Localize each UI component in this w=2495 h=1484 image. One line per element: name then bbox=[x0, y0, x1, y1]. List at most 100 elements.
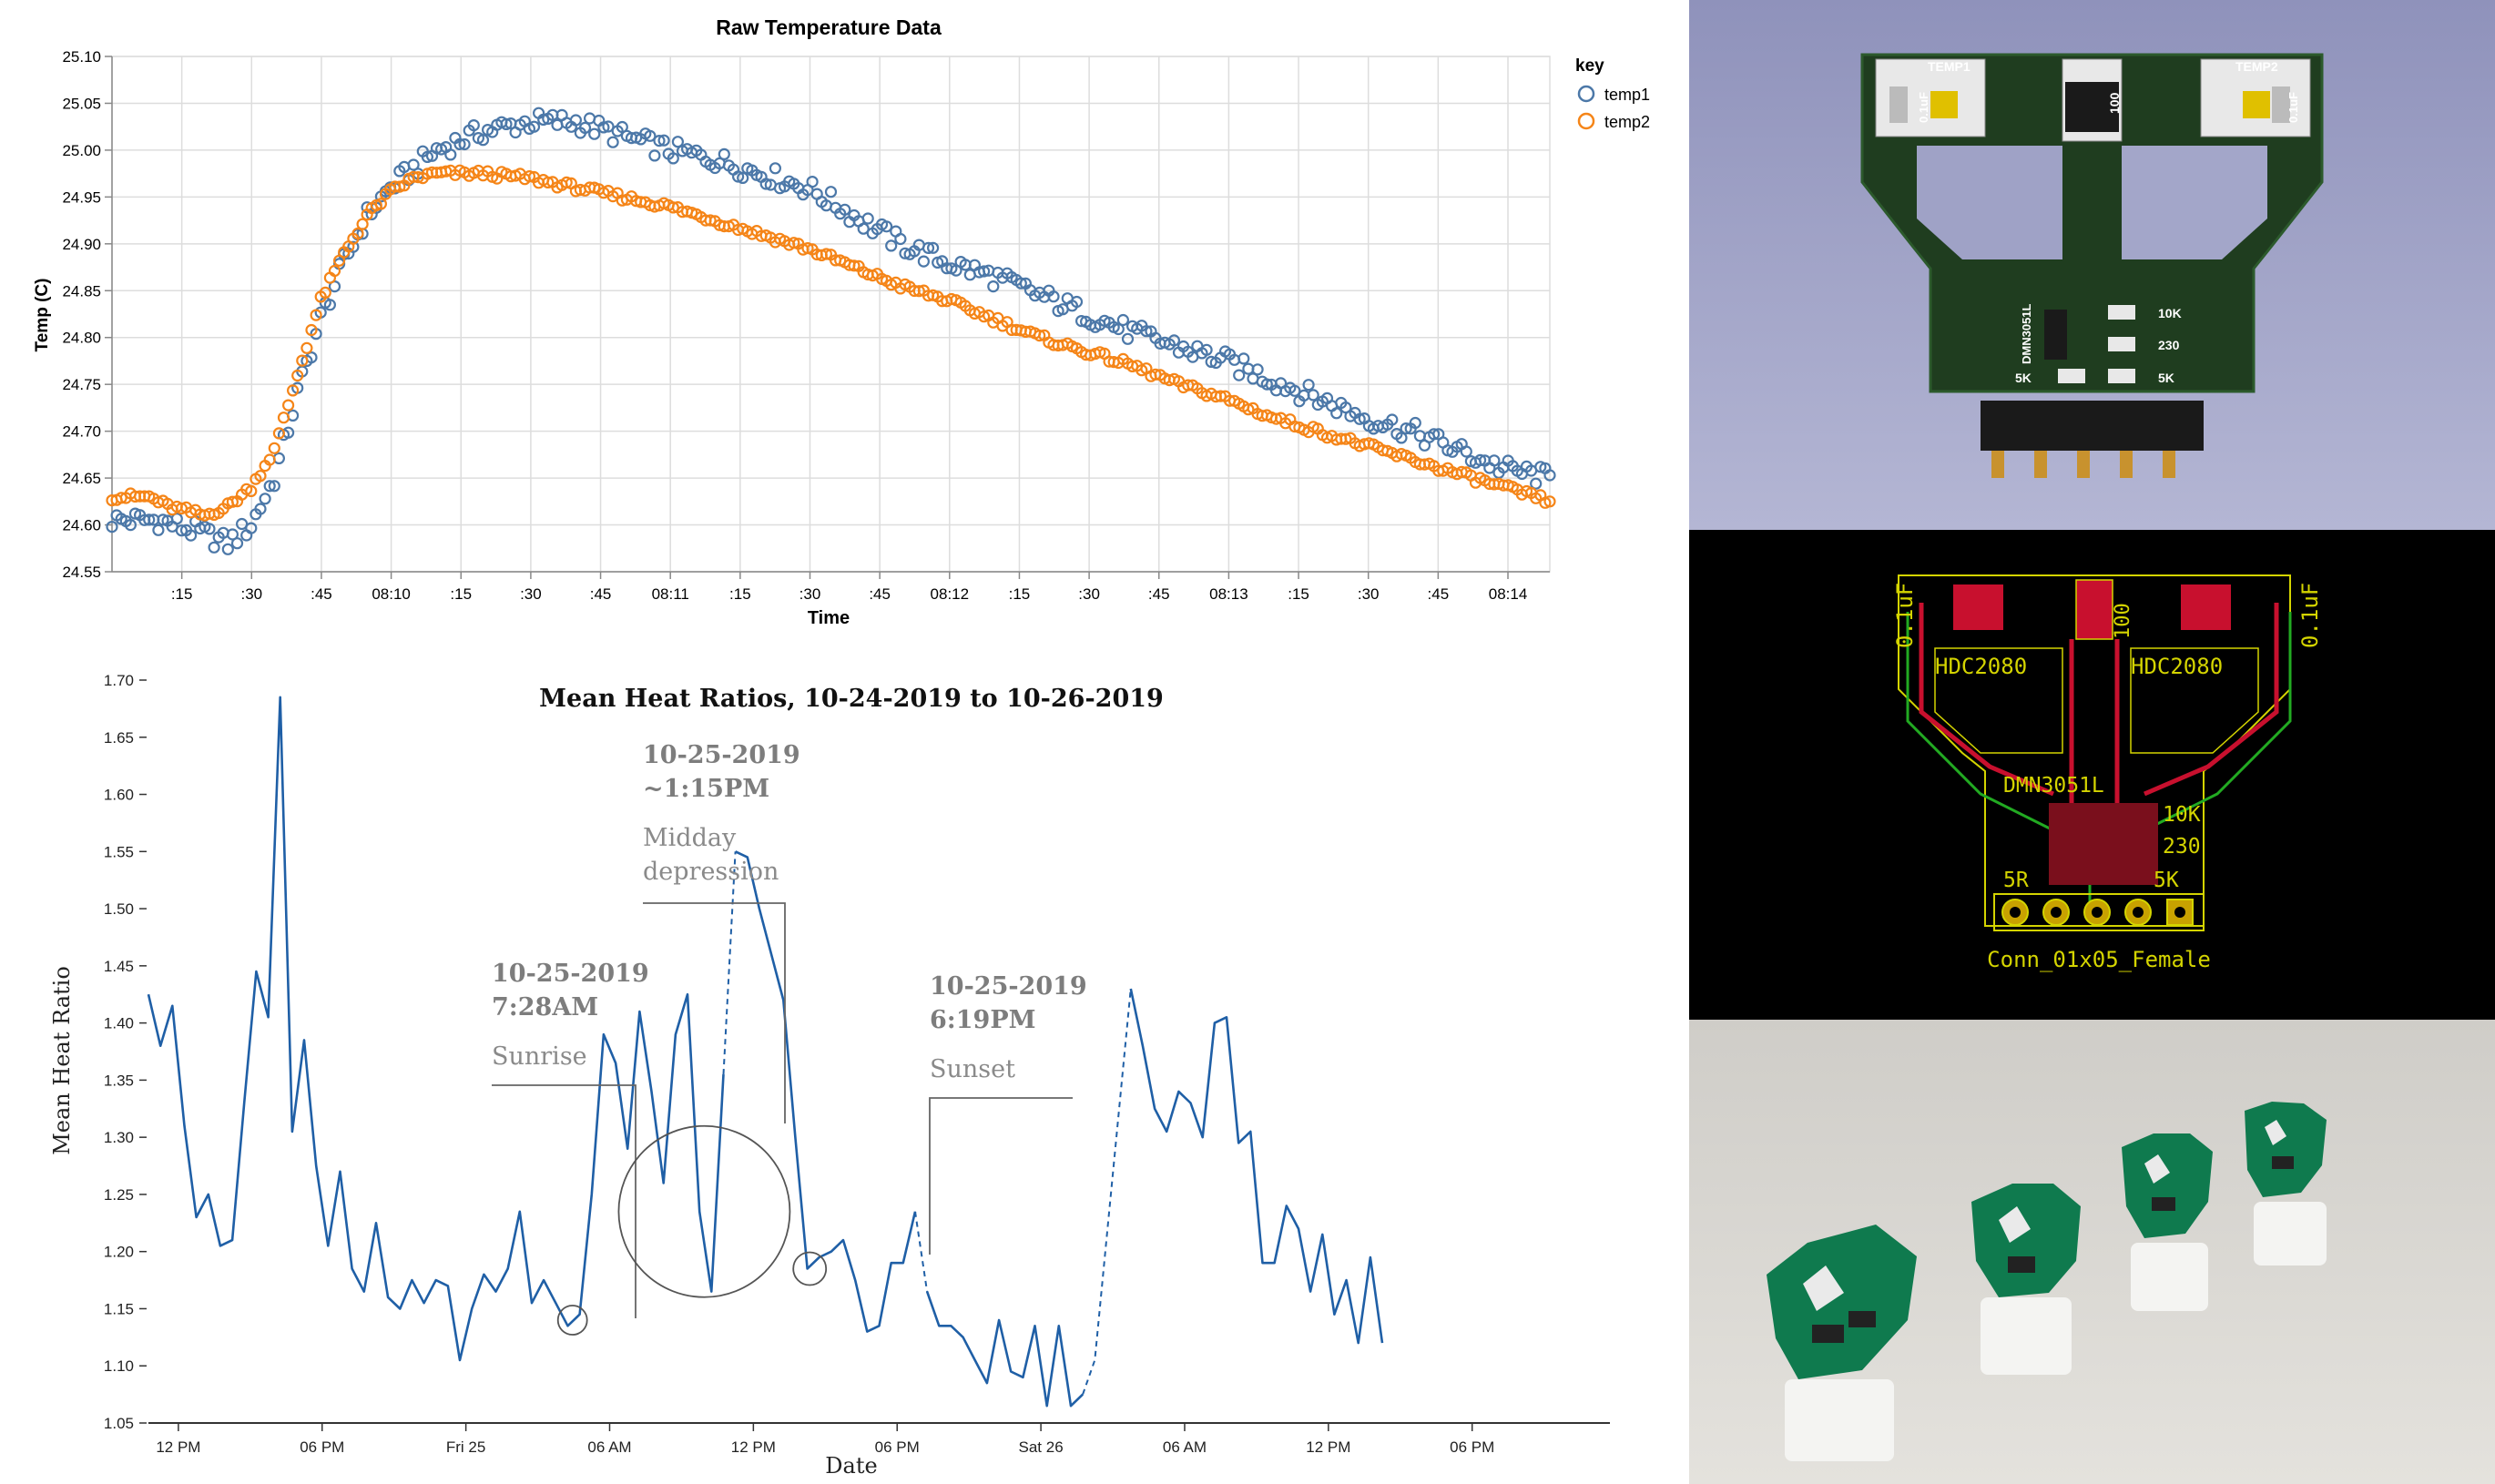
legend-title: key bbox=[1575, 56, 1604, 76]
x-tick-label: 12 PM bbox=[731, 1438, 776, 1456]
annotation-label: Sunset bbox=[930, 1055, 1015, 1083]
point-temp1 bbox=[208, 541, 220, 554]
x-tick-label: :15 bbox=[1288, 585, 1309, 603]
y-tick-label: 1.15 bbox=[104, 1300, 134, 1317]
x-tick-label: 06 PM bbox=[300, 1438, 344, 1456]
label-dmn3051l: DMN3051L bbox=[2020, 303, 2033, 364]
chart-title: Mean Heat Ratios, 10-24-2019 to 10-26-20… bbox=[539, 685, 1164, 713]
x-tick-label: 06 AM bbox=[587, 1438, 631, 1456]
x-axis-label: Date bbox=[825, 1453, 877, 1479]
point-temp1 bbox=[230, 537, 244, 550]
annotation-circle bbox=[792, 1251, 828, 1286]
point-temp2 bbox=[268, 442, 280, 454]
label-100: 100 bbox=[2112, 603, 2134, 639]
y-tick-label: 24.95 bbox=[62, 188, 101, 206]
legend-label-temp1: temp1 bbox=[1604, 86, 1650, 104]
y-tick-label: 1.40 bbox=[104, 1015, 134, 1032]
pcb-3d-render: TEMP1 TEMP2 0.1uF 0.1uF 100 DMN3051L 10K… bbox=[1689, 0, 2495, 530]
data-line bbox=[147, 696, 1384, 1408]
y-tick-label: 25.00 bbox=[62, 142, 101, 159]
label-cap-right: 0.1uF bbox=[2286, 92, 2300, 123]
point-temp2 bbox=[356, 218, 369, 230]
point-temp1 bbox=[824, 186, 838, 198]
label-5k-right: 5K bbox=[2158, 371, 2174, 385]
pcb-photo-drawing bbox=[1689, 1020, 2495, 1484]
annotation-time: ~1:15PM bbox=[643, 775, 769, 803]
y-tick-label: 1.10 bbox=[104, 1357, 134, 1375]
annotation-date: 10-25-2019 bbox=[930, 972, 1087, 1001]
axes: 24.55 24.60 24.65 24.70 24.75 24.80 24.85 24.90… bbox=[62, 48, 1550, 603]
x-tick-label: 08:10 bbox=[372, 585, 411, 603]
x-tick-label: :45 bbox=[590, 585, 612, 603]
x-tick-label: :30 bbox=[520, 585, 542, 603]
y-tick-label: 25.10 bbox=[62, 48, 101, 66]
point-temp2 bbox=[300, 341, 313, 354]
x-tick-label: 06 PM bbox=[1450, 1438, 1494, 1456]
y-tick-label: 1.35 bbox=[104, 1072, 134, 1089]
label-resistor-100: 100 bbox=[2107, 92, 2122, 114]
legend-label-temp2: temp2 bbox=[1604, 113, 1650, 131]
y-tick-label: 24.90 bbox=[62, 236, 101, 253]
legend-marker-temp1 bbox=[1577, 85, 1595, 103]
x-tick-label: :15 bbox=[171, 585, 193, 603]
y-tick-label: 1.65 bbox=[104, 729, 134, 747]
label-connector: Conn_01x05_Female bbox=[1987, 947, 2211, 972]
x-tick-label: Sat 26 bbox=[1019, 1438, 1064, 1456]
annotation-connector bbox=[492, 1084, 636, 1318]
y-tick-label: 1.20 bbox=[104, 1244, 134, 1261]
y-axis-label: Temp (C) bbox=[33, 279, 52, 352]
label-cap-left: 0.1uF bbox=[1917, 92, 1930, 123]
series-line bbox=[147, 696, 725, 1362]
y-tick-label: 24.55 bbox=[62, 564, 101, 581]
pcb-layout-drawing: 0.1uF 0.1uF HDC2080 HDC2080 100 DMN3051L… bbox=[1689, 530, 2495, 1020]
x-tick-label: :45 bbox=[1428, 585, 1450, 603]
point-temp1 bbox=[861, 212, 874, 225]
data-points bbox=[106, 107, 1556, 555]
label-temp1: TEMP1 bbox=[1928, 59, 1971, 74]
x-tick-label: :45 bbox=[311, 585, 332, 603]
x-tick-label: :30 bbox=[1358, 585, 1380, 603]
label-5k-left: 5K bbox=[2015, 371, 2032, 385]
x-tick-label: 08:12 bbox=[931, 585, 970, 603]
annotation-connector bbox=[643, 902, 786, 1123]
annotation-time: 6:19PM bbox=[930, 1006, 1036, 1034]
x-tick-label: :30 bbox=[1078, 585, 1100, 603]
label-10k: 10K bbox=[2163, 803, 2201, 827]
point-temp1 bbox=[885, 239, 898, 252]
y-tick-label: 24.60 bbox=[62, 517, 101, 534]
y-tick-label: 1.50 bbox=[104, 900, 134, 918]
point-temp1 bbox=[1121, 332, 1135, 345]
label-hdc2080-left: HDC2080 bbox=[1935, 654, 2027, 679]
x-tick-label: 08:14 bbox=[1489, 585, 1528, 603]
series-line-gap bbox=[1082, 988, 1132, 1395]
y-tick-label: 24.70 bbox=[62, 423, 101, 441]
x-tick-label: :30 bbox=[240, 585, 262, 603]
grid bbox=[111, 56, 1551, 573]
pcb-photo bbox=[1689, 1020, 2495, 1484]
series-line bbox=[1129, 988, 1384, 1345]
x-tick-label: Fri 25 bbox=[446, 1438, 485, 1456]
label-hdc2080-right: HDC2080 bbox=[2131, 654, 2223, 679]
axes: 1.05 1.10 1.15 1.20 1.25 1.30 1.35 1.40 1.45 1.50… bbox=[104, 672, 1610, 1456]
annotation-date: 10-25-2019 bbox=[643, 741, 800, 769]
point-temp1 bbox=[806, 176, 819, 188]
label-10k: 10K bbox=[2158, 306, 2182, 320]
point-temp1 bbox=[1116, 313, 1130, 327]
point-temp2 bbox=[277, 412, 290, 424]
y-tick-label: 1.60 bbox=[104, 787, 134, 804]
x-tick-label: :45 bbox=[1148, 585, 1170, 603]
annotation-connector bbox=[929, 1097, 1073, 1255]
point-temp1 bbox=[259, 493, 271, 505]
label-5k: 5K bbox=[2154, 869, 2179, 892]
chart-title: Raw Temperature Data bbox=[716, 15, 942, 39]
charts-area: 24.55 24.60 24.65 24.70 24.75 24.80 24.85 24.90… bbox=[0, 0, 1689, 1484]
y-tick-label: 1.05 bbox=[104, 1415, 134, 1432]
y-tick-label: 1.45 bbox=[104, 958, 134, 975]
label-230: 230 bbox=[2158, 338, 2180, 352]
point-temp2 bbox=[282, 399, 295, 412]
y-tick-label: 24.75 bbox=[62, 376, 101, 393]
point-temp1 bbox=[606, 136, 619, 148]
y-tick-label: 1.55 bbox=[104, 843, 134, 860]
plot-frame bbox=[111, 56, 1551, 573]
x-tick-label: 12 PM bbox=[1306, 1438, 1350, 1456]
